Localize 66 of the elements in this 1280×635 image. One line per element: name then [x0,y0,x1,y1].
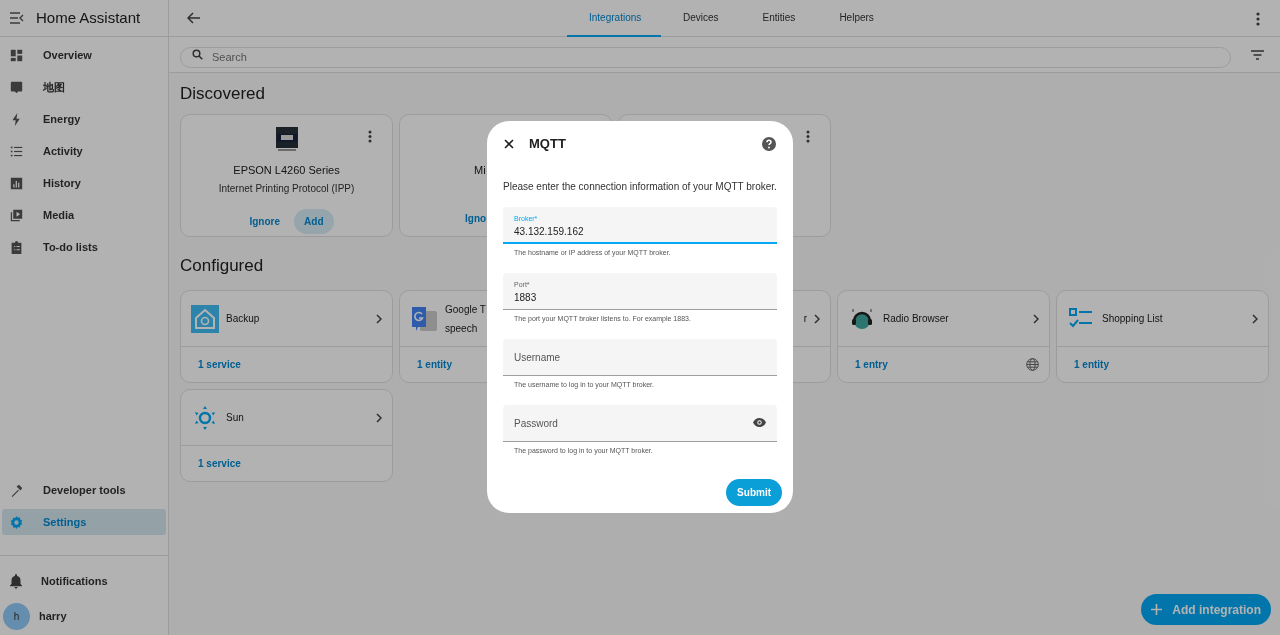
globe-icon [1026,358,1039,371]
integration-title: Backup [226,312,260,326]
user-name[interactable]: harry [39,607,67,625]
section-heading: Configured [180,255,264,277]
close-icon[interactable] [504,139,514,149]
search-icon [192,49,203,60]
tab[interactable]: Helpers [817,0,896,37]
nav-item[interactable]: Activity [2,138,166,164]
more-icon[interactable] [1256,12,1260,26]
nav-item[interactable]: Overview [2,42,166,68]
notifications-item[interactable]: Notifications [41,572,108,590]
nav-item[interactable]: 地图 [2,74,166,100]
integration-title: Google T [445,302,486,317]
map-pin-icon [10,80,23,94]
integration-name: Internet Printing Protocol (IPP) [218,181,355,196]
search-field[interactable]: Search [180,46,1231,68]
nav-item[interactable]: Media [2,202,166,228]
list-icon [10,144,23,158]
user-avatar[interactable]: h [3,602,30,630]
field-label: Username [514,351,561,365]
nav-item[interactable]: History [2,170,166,196]
field-label: Password [514,417,558,431]
plus-icon [1151,604,1163,615]
dialog-title: MQTT [529,135,566,154]
more-icon[interactable] [368,130,372,143]
password-field[interactable] [503,405,777,442]
bar-chart-icon [10,176,23,190]
tab[interactable]: Entities [740,0,818,37]
dashboard-icon [10,48,23,62]
help-icon[interactable] [762,137,776,151]
integration-title: r [803,312,807,326]
integration-title: Radio Browser [883,312,949,326]
hammer-icon [10,483,23,497]
checklist-icon [1069,307,1093,330]
chevron-right-icon[interactable] [1252,313,1258,324]
input-field[interactable] [503,339,777,376]
media-icon [10,208,23,222]
menu-icon[interactable] [10,12,24,24]
translate-icon [410,304,438,333]
chevron-right-icon[interactable] [1033,313,1039,324]
nav-item[interactable]: Energy [2,106,166,132]
eye-icon[interactable] [753,418,766,427]
integration-title: Shopping List [1102,312,1163,326]
dialog-description: Please enter the connection information of your MQTT broker. [503,180,777,194]
nav-item[interactable]: To-do lists [2,234,166,260]
integration-title: Sun [226,411,244,425]
device-title: Mi [474,163,486,178]
sun-icon [193,405,217,430]
tab[interactable]: Devices [661,0,741,37]
chevron-right-icon[interactable] [376,412,382,423]
nav-item[interactable]: Developer tools [2,477,166,503]
bell-icon[interactable] [9,573,23,589]
printer-icon [274,126,299,152]
back-arrow-icon[interactable] [187,12,201,24]
clipboard-icon [10,240,23,254]
device-title: EPSON L4260 Series [233,163,340,178]
filter-icon[interactable] [1251,49,1264,60]
chevron-right-icon[interactable] [376,313,382,324]
chevron-right-icon[interactable] [814,313,820,324]
globe-headphones-icon [849,306,875,331]
section-heading: Discovered [180,83,266,105]
app-title: Home Assistant [36,7,141,28]
more-icon[interactable] [806,130,810,143]
integration-title: speech [445,321,478,336]
house-icon [191,304,219,333]
gear-icon [10,515,23,529]
